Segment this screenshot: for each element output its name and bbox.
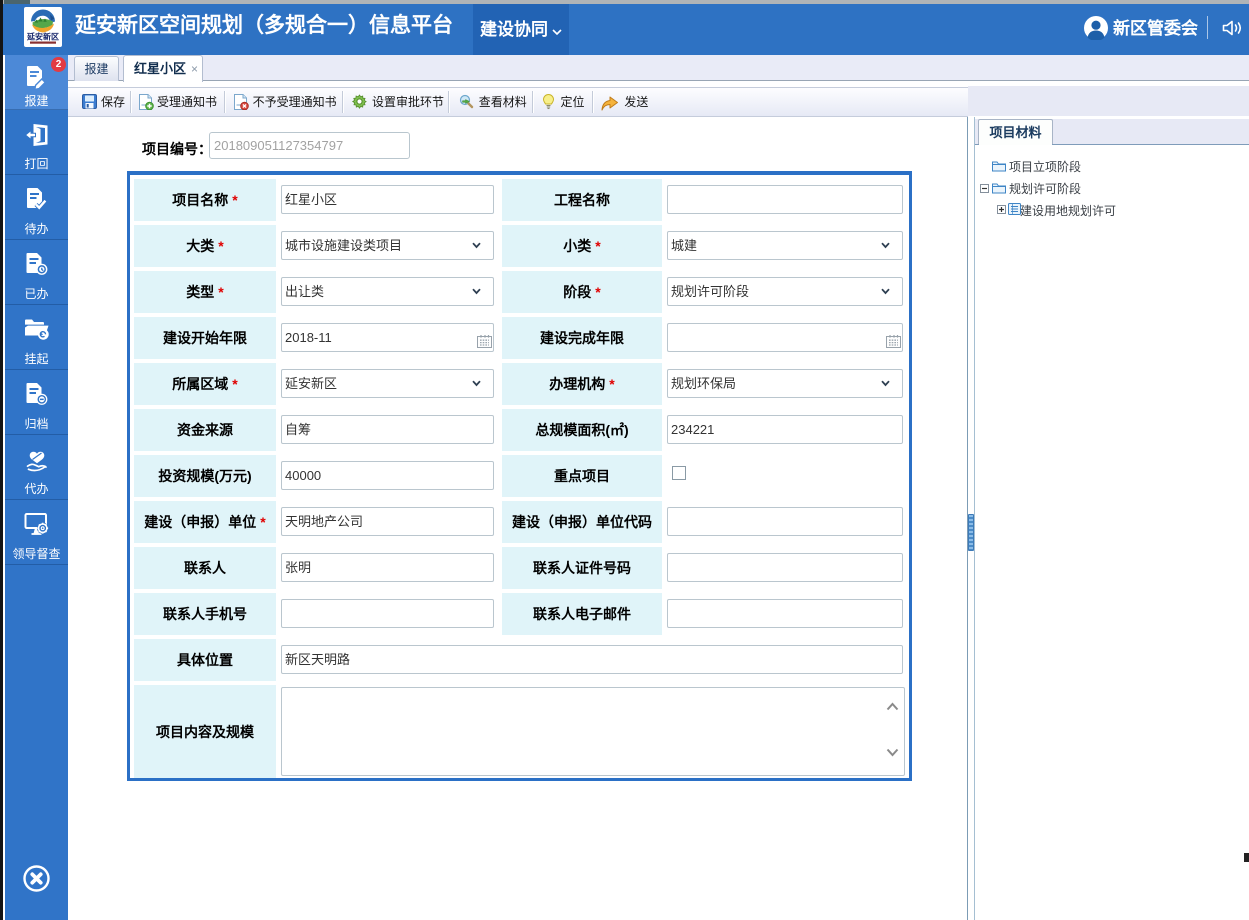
svg-text:延安新区: 延安新区 — [26, 32, 59, 42]
